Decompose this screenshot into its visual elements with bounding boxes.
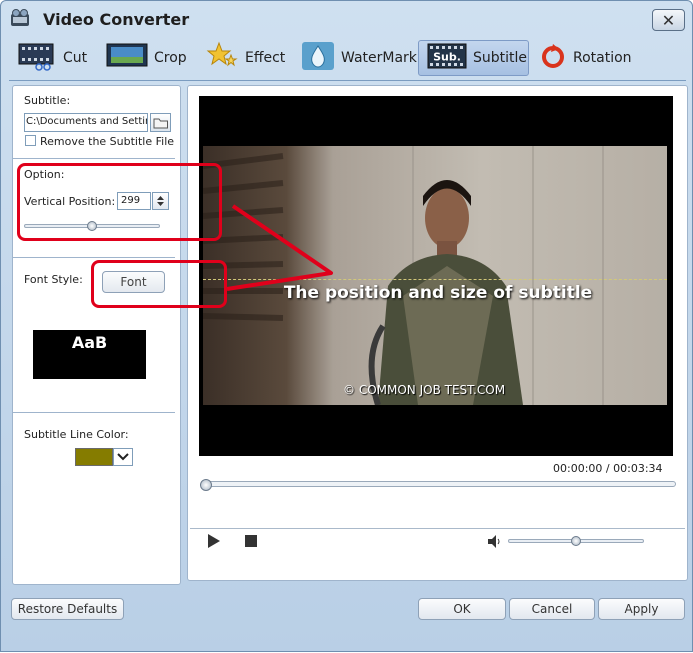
app-icon: [9, 8, 29, 28]
settings-panel: Subtitle: C:\Documents and Settings Remo…: [12, 85, 181, 585]
tab-bar: Cut Crop Effect WaterMark Sub. Subtitle …: [9, 38, 686, 81]
subtitle-overlay-text: The position and size of subtitle: [283, 283, 593, 303]
subtitle-line-color-label: Subtitle Line Color:: [24, 428, 129, 441]
chevron-down-icon: [117, 453, 129, 461]
volume-slider-thumb[interactable]: [571, 536, 581, 546]
divider: [190, 528, 685, 529]
tab-effect-label: Effect: [245, 50, 286, 66]
seek-thumb[interactable]: [200, 479, 212, 491]
subtitle-path-field[interactable]: C:\Documents and Settings: [24, 113, 148, 132]
volume-icon[interactable]: [488, 535, 502, 551]
film-scissors-icon: [17, 41, 57, 75]
divider: [13, 412, 175, 413]
subtitle-label: Subtitle:: [24, 94, 71, 107]
tab-rotation[interactable]: Rotation: [539, 40, 632, 76]
time-separator: /: [605, 462, 610, 475]
tab-watermark-label: WaterMark: [341, 50, 417, 66]
video-frame: The position and size of subtitle © COMM…: [203, 146, 667, 405]
divider: [13, 158, 175, 159]
color-dropdown-button[interactable]: [113, 448, 133, 466]
subtitle-line-color-swatch[interactable]: [75, 448, 113, 466]
star-wand-icon: [205, 41, 239, 75]
annotation-box-font: [91, 260, 227, 308]
remove-subtitle-label: Remove the Subtitle File: [40, 135, 175, 148]
tab-rotation-label: Rotation: [573, 50, 632, 66]
time-readout: 00:00:00 / 00:03:34: [553, 462, 663, 475]
current-time: 00:00:00: [553, 462, 603, 475]
apply-button[interactable]: Apply: [598, 598, 685, 620]
font-preview: AaB: [33, 330, 146, 379]
stop-icon: [245, 535, 257, 547]
crop-frame-icon: [106, 42, 148, 74]
stop-button[interactable]: [245, 535, 257, 550]
tab-watermark[interactable]: WaterMark: [301, 40, 417, 76]
water-drop-icon: [301, 41, 335, 75]
divider: [13, 257, 175, 258]
title-bar: Video Converter ✕: [1, 1, 692, 37]
svg-text:Sub.: Sub.: [433, 51, 461, 64]
subtitle-film-icon: Sub.: [427, 41, 467, 75]
play-button[interactable]: [206, 533, 222, 552]
tab-cut[interactable]: Cut: [17, 40, 87, 76]
rotate-icon: [539, 42, 567, 74]
remove-subtitle-checkbox[interactable]: [25, 135, 36, 146]
video-scene-image: [203, 146, 604, 405]
tab-crop[interactable]: Crop: [106, 40, 187, 76]
annotation-box-option: [17, 163, 222, 241]
restore-defaults-button[interactable]: Restore Defaults: [11, 598, 124, 620]
folder-icon: [151, 118, 170, 134]
play-icon: [208, 534, 220, 548]
tab-subtitle-label: Subtitle: [473, 50, 528, 66]
tab-subtitle[interactable]: Sub. Subtitle: [418, 40, 529, 76]
cancel-button[interactable]: Cancel: [509, 598, 595, 620]
player-panel: The position and size of subtitle © COMM…: [187, 85, 688, 581]
seek-bar[interactable]: [202, 481, 676, 487]
tab-effect[interactable]: Effect: [205, 40, 285, 76]
subtitle-position-guide: [203, 279, 667, 280]
browse-button[interactable]: [150, 113, 171, 132]
video-converter-window: Video Converter ✕ Cut Crop Effect WaterM…: [0, 0, 693, 652]
tab-crop-label: Crop: [154, 50, 187, 66]
ok-button[interactable]: OK: [418, 598, 506, 620]
total-time: 00:03:34: [613, 462, 663, 475]
close-icon: ✕: [661, 10, 676, 30]
watermark-text: © COMMON JOB TEST.COM: [343, 383, 506, 397]
window-title: Video Converter: [43, 10, 190, 29]
close-button[interactable]: ✕: [652, 9, 685, 31]
video-preview: The position and size of subtitle © COMM…: [199, 96, 673, 456]
font-style-label: Font Style:: [24, 273, 83, 286]
tab-cut-label: Cut: [63, 50, 88, 66]
